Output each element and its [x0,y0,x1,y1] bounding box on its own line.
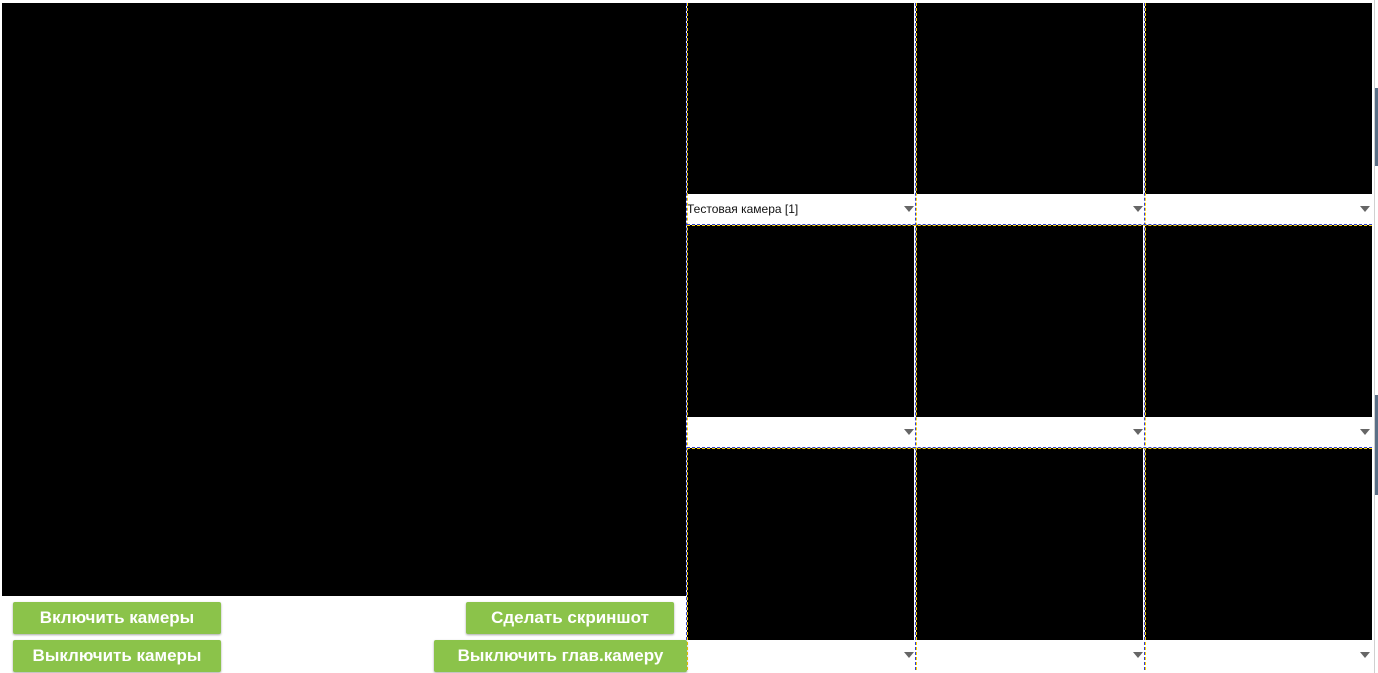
camera-view-3[interactable] [1145,3,1372,194]
disable-cameras-button[interactable]: Выключить камеры [13,640,221,672]
camera-select-6[interactable] [1145,417,1372,447]
camera-view-8[interactable] [916,448,1143,640]
dropdown-arrow-icon [1133,652,1143,658]
camera-view-4[interactable] [687,225,914,417]
dropdown-arrow-icon [1360,429,1370,435]
grid-divider [1145,3,1146,670]
camera-view-5[interactable] [916,225,1143,417]
grid-divider [916,3,917,670]
dropdown-arrow-icon [1360,206,1370,212]
camera-select-4[interactable] [687,417,916,447]
dropdown-arrow-icon [904,652,914,658]
camera-select-9[interactable] [1145,640,1372,670]
camera-view-1[interactable] [687,3,914,194]
grid-divider [687,3,688,670]
camera-select-2[interactable] [916,194,1145,224]
camera-view-2[interactable] [916,3,1143,194]
camera-select-7[interactable] [687,640,916,670]
grid-divider [687,448,1372,449]
take-screenshot-button[interactable]: Сделать скриншот [466,602,674,634]
camera-select-8[interactable] [916,640,1145,670]
camera-view-7[interactable] [687,448,914,640]
dropdown-arrow-icon [904,206,914,212]
camera-grid: Тестовая камера [1] [687,3,1372,670]
enable-cameras-button[interactable]: Включить камеры [13,602,221,634]
dropdown-arrow-icon [1360,652,1370,658]
disable-main-camera-button[interactable]: Выключить глав.камеру [434,640,687,672]
camera-select-5[interactable] [916,417,1145,447]
camera-select-3[interactable] [1145,194,1372,224]
main-camera-view[interactable] [2,3,686,596]
camera-select-1[interactable]: Тестовая камера [1] [687,194,916,224]
dropdown-arrow-icon [1133,429,1143,435]
camera-select-value: Тестовая камера [1] [687,202,799,216]
dropdown-arrow-icon [904,429,914,435]
camera-view-6[interactable] [1145,225,1372,417]
grid-divider [687,225,1372,226]
camera-view-9[interactable] [1145,448,1372,640]
dropdown-arrow-icon [1133,206,1143,212]
